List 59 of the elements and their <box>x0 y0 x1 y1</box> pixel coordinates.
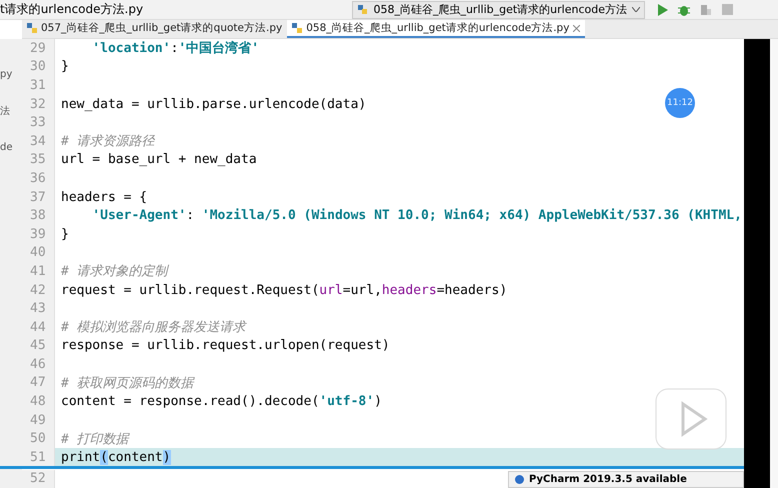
python-file-icon <box>27 23 37 33</box>
run-icon[interactable] <box>658 4 668 16</box>
code-line: # 请求资源路径 <box>61 133 155 150</box>
code-line: 'location':'中国台湾省' <box>91 40 260 58</box>
line-number: 29 <box>22 39 55 58</box>
line-number: 36 <box>22 169 55 188</box>
code-line: new_data = urllib.parse.urlencode(data) <box>61 96 366 112</box>
bug-icon[interactable] <box>678 4 690 16</box>
panel-label: 法 <box>0 104 11 118</box>
code-line: headers = { <box>61 190 148 205</box>
code-line: request = urllib.request.Request(url=url,headers=headers) <box>61 282 508 298</box>
panel-label: de <box>0 142 14 153</box>
line-number: 46 <box>22 355 55 374</box>
line-number: 40 <box>22 244 55 262</box>
line-number: 34 <box>22 132 55 151</box>
notification-text: PyCharm 2019.3.5 available <box>529 474 687 485</box>
line-number: 37 <box>22 188 55 206</box>
line-number: 30 <box>22 58 55 76</box>
caret-icon <box>632 7 640 12</box>
line-number: 35 <box>22 150 55 170</box>
line-number: 39 <box>22 224 55 244</box>
line-number: 50 <box>22 429 55 448</box>
line-number: 32 <box>22 94 55 114</box>
info-icon <box>515 475 524 484</box>
coverage-icon[interactable] <box>700 4 712 16</box>
panel-label: py <box>0 69 14 80</box>
code-line: # 请求对象的定制 <box>61 263 168 280</box>
file-tab[interactable]: 057_尚硅谷_爬虫_urllib_get请求的quote方法.py <box>22 20 288 38</box>
code-line: # 打印数据 <box>61 430 129 448</box>
line-number: 41 <box>22 262 55 281</box>
line-number: 49 <box>22 410 55 430</box>
code-line: } <box>61 59 69 74</box>
code-line: } <box>61 226 69 242</box>
python-file-icon <box>292 23 302 33</box>
code-line: # 模拟浏览器向服务器发送请求 <box>61 319 246 336</box>
close-icon[interactable] <box>573 24 580 32</box>
line-number: 47 <box>22 374 55 392</box>
code-line: response = urllib.request.urlopen(request) <box>61 338 390 354</box>
time-badge: 11:12 <box>665 88 695 118</box>
code-line: url = base_url + new_data <box>61 152 257 168</box>
line-number: 42 <box>22 280 55 300</box>
code-line: # 获取网页源码的数据 <box>61 374 194 392</box>
play-icon[interactable] <box>655 388 727 450</box>
line-number: 44 <box>22 318 55 336</box>
run-configuration-dropdown[interactable]: 058_尚硅谷_爬虫_urllib_get请求的urlencode方法 <box>352 0 645 18</box>
window-title: t请求的urlencode方法.py <box>0 1 144 18</box>
file-tab[interactable]: 058_尚硅谷_爬虫_urllib_get请求的urlencode方法.py <box>287 20 586 38</box>
python-file-icon <box>357 4 368 15</box>
line-number: 52 <box>22 470 55 488</box>
code-line: content = response.read().decode('utf-8') <box>61 394 382 410</box>
line-number: 45 <box>22 336 55 356</box>
code-line: print(content) <box>61 450 171 465</box>
line-number: 33 <box>22 113 55 132</box>
line-number: 31 <box>22 76 55 95</box>
line-number: 38 <box>22 206 55 225</box>
line-number: 43 <box>22 299 55 318</box>
line-number: 48 <box>22 392 55 411</box>
line-number: 51 <box>22 448 55 467</box>
code-line: 'User-Agent': 'Mozilla/5.0 (Windows NT 10.0; Win64; x64) AppleWebKit/537.36 (KHTML, <box>91 208 742 224</box>
